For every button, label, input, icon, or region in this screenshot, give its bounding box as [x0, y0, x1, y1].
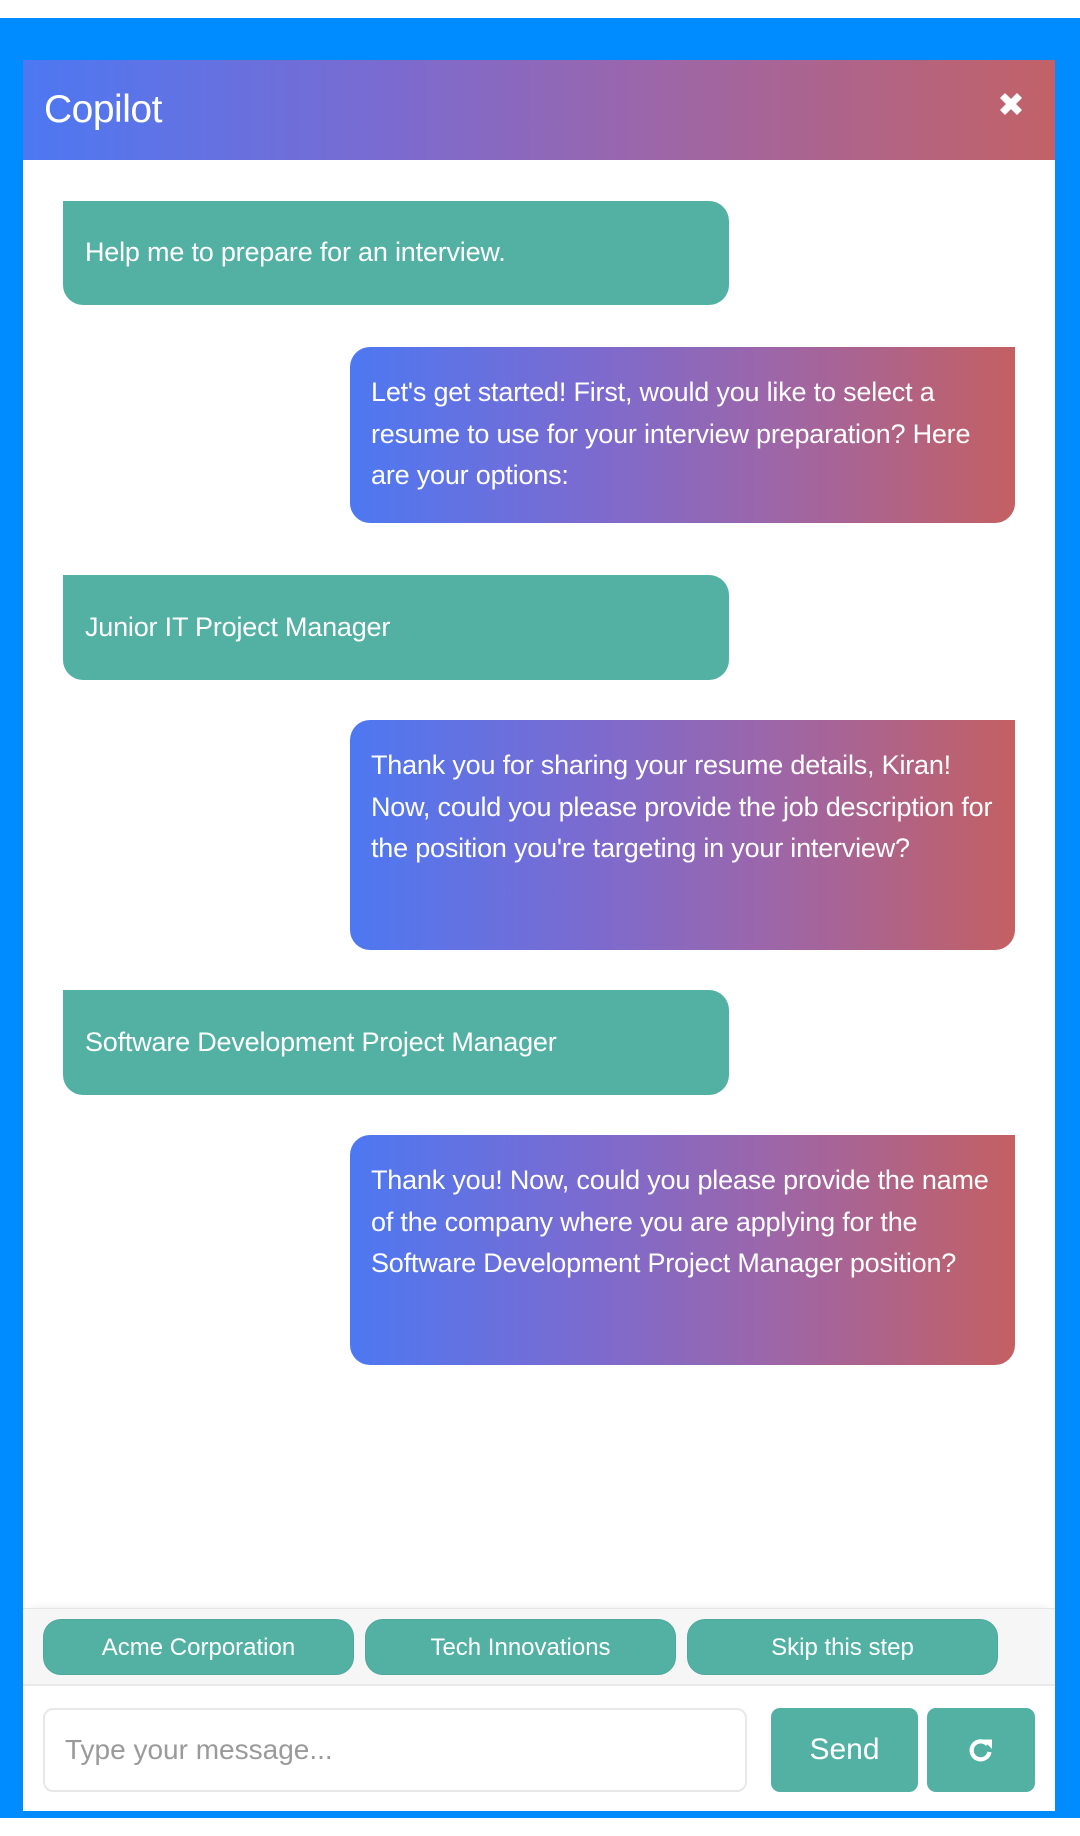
- user-message: Software Development Project Manager: [63, 990, 729, 1095]
- close-button[interactable]: [995, 88, 1027, 120]
- bot-message: Thank you! Now, could you please provide…: [350, 1135, 1015, 1365]
- user-message: Help me to prepare for an interview.: [63, 201, 729, 305]
- bot-message: Let's get started! First, would you like…: [350, 347, 1015, 523]
- send-button[interactable]: Send: [771, 1708, 918, 1792]
- user-message: Junior IT Project Manager: [63, 575, 729, 680]
- quick-reply-acme-corporation[interactable]: Acme Corporation: [43, 1619, 354, 1675]
- composer: Send: [23, 1686, 1055, 1811]
- close-icon: [1000, 93, 1022, 115]
- message-text: Help me to prepare for an interview.: [85, 237, 506, 268]
- quick-replies-bar: Acme Corporation Tech Innovations Skip t…: [23, 1608, 1055, 1686]
- widget-frame: Copilot Help me to prepare for an interv…: [0, 18, 1080, 1818]
- quick-reply-skip-this-step[interactable]: Skip this step: [687, 1619, 998, 1675]
- message-text: Thank you for sharing your resume detail…: [371, 750, 993, 863]
- message-text: Junior IT Project Manager: [85, 611, 391, 642]
- quick-reply-tech-innovations[interactable]: Tech Innovations: [365, 1619, 676, 1675]
- refresh-icon: [969, 1739, 992, 1762]
- chat-header: Copilot: [23, 60, 1055, 160]
- bot-message: Thank you for sharing your resume detail…: [350, 720, 1015, 950]
- copilot-chat-panel: Copilot Help me to prepare for an interv…: [23, 60, 1055, 1811]
- message-input[interactable]: [43, 1708, 747, 1792]
- refresh-button[interactable]: [927, 1708, 1035, 1792]
- message-text: Let's get started! First, would you like…: [371, 377, 971, 490]
- chat-title: Copilot: [44, 88, 162, 131]
- message-text: Thank you! Now, could you please provide…: [371, 1165, 989, 1278]
- message-text: Software Development Project Manager: [85, 1026, 557, 1057]
- message-list: Help me to prepare for an interview. Let…: [23, 160, 1055, 1608]
